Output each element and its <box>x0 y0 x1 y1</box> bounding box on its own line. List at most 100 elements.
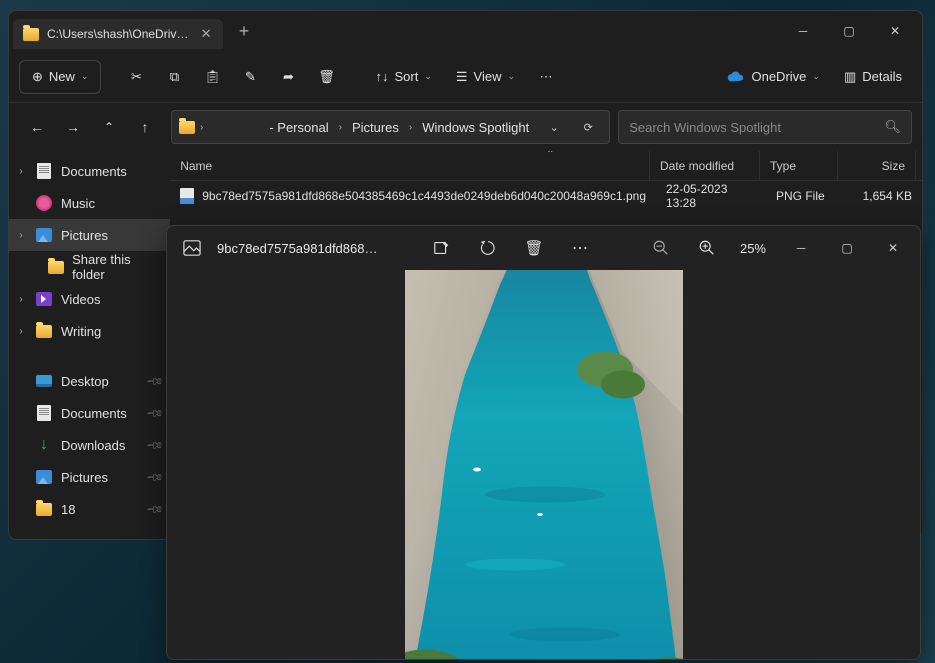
tree-item-documents2[interactable]: Documents 📌︎ <box>9 397 170 429</box>
clipboard-icon: 📋︎ <box>204 69 221 85</box>
tree-item-music[interactable]: Music <box>9 187 170 219</box>
chevron-right-icon: › <box>339 122 342 133</box>
breadcrumb-personal[interactable]: - Personal <box>263 116 334 139</box>
zoom-level: 25% <box>732 241 774 256</box>
chevron-right-icon[interactable]: › <box>15 294 27 305</box>
tree-item-desktop[interactable]: Desktop 📌︎ <box>9 365 170 397</box>
copy-button[interactable]: ⧉ <box>157 60 191 94</box>
view-icon: ☰ <box>456 69 468 85</box>
back-button[interactable]: ← <box>19 111 55 143</box>
column-date-header[interactable]: Date modified <box>650 151 760 180</box>
tree-item-downloads[interactable]: ↓ Downloads 📌︎ <box>9 429 170 461</box>
share-icon: ➦ <box>283 69 294 85</box>
file-row[interactable]: 9bc78ed7575a981dfd868e504385469c1c4493de… <box>170 181 922 211</box>
refresh-button[interactable]: ⟳ <box>573 112 603 142</box>
breadcrumb-pictures[interactable]: Pictures <box>346 116 405 139</box>
chevron-down-icon: ⌄ <box>812 71 820 82</box>
breadcrumb-spotlight[interactable]: Windows Spotlight <box>416 116 535 139</box>
breadcrumb-hidden[interactable] <box>207 123 259 131</box>
tree-label: Pictures <box>61 228 108 243</box>
tree-label: Share this folder <box>72 252 162 282</box>
group-collapse-icon[interactable]: ⌃ <box>546 151 554 160</box>
nav-tree: › Documents Music › Pictures Share this … <box>9 151 170 539</box>
details-button[interactable]: ▥ Details <box>834 60 912 94</box>
more-button[interactable]: ⋯ <box>529 60 563 94</box>
tree-label: Desktop <box>61 374 109 389</box>
tree-item-share[interactable]: Share this folder <box>9 251 170 283</box>
address-bar[interactable]: › - Personal › Pictures › Windows Spotli… <box>171 110 610 144</box>
up-button[interactable]: ⌃ <box>91 111 127 143</box>
maximize-button[interactable]: ▢ <box>824 227 870 269</box>
view-label: View <box>474 69 502 84</box>
search-box[interactable]: 🔍︎ <box>618 110 912 144</box>
column-size-header[interactable]: Size <box>838 151 916 180</box>
delete-button[interactable]: 🗑︎ <box>309 60 343 94</box>
document-icon <box>37 163 51 179</box>
folder-icon <box>23 25 39 43</box>
chevron-right-icon[interactable]: › <box>15 166 27 177</box>
tree-item-writing[interactable]: › Writing <box>9 315 170 347</box>
pictures-icon <box>36 470 52 484</box>
new-tab-button[interactable]: + <box>227 16 261 46</box>
rename-button[interactable]: ✎ <box>233 60 267 94</box>
tab-title: C:\Users\shash\OneDrive\Pictu <box>47 27 191 41</box>
zoom-out-button[interactable] <box>640 227 682 269</box>
trash-icon: 🗑︎ <box>524 239 543 257</box>
cut-button[interactable]: ✂ <box>119 60 153 94</box>
photos-title-bar: 9bc78ed7575a981dfd868e5... 🗑︎ ⋯ 25% ─ ▢ … <box>167 226 920 270</box>
more-photo-button[interactable]: ⋯ <box>559 227 601 269</box>
title-bar: C:\Users\shash\OneDrive\Pictu ✕ + ─ ▢ ✕ <box>9 11 922 51</box>
cloud-icon <box>727 71 745 83</box>
maximize-button[interactable]: ▢ <box>826 11 872 51</box>
refresh-nav-button[interactable]: ↑ <box>127 111 163 143</box>
file-date: 22-05-2023 13:28 <box>656 182 766 210</box>
tree-label: Writing <box>61 324 101 339</box>
share-button[interactable]: ➦ <box>271 60 305 94</box>
file-size: 1,654 KB <box>844 189 922 203</box>
column-name-header[interactable]: Name <box>170 151 650 180</box>
tree-item-documents[interactable]: › Documents <box>9 155 170 187</box>
minimize-button[interactable]: ─ <box>780 11 826 51</box>
videos-icon <box>36 292 52 306</box>
new-button[interactable]: ⊕ New ⌄ <box>19 60 101 94</box>
window-controls: ─ ▢ ✕ <box>780 11 918 51</box>
minimize-button[interactable]: ─ <box>778 227 824 269</box>
folder-icon <box>36 325 52 338</box>
sort-button[interactable]: ↑↓ Sort ⌄ <box>365 60 441 94</box>
photo-canvas[interactable] <box>167 270 920 659</box>
delete-photo-button[interactable]: 🗑︎ <box>513 227 555 269</box>
close-button[interactable]: ✕ <box>872 11 918 51</box>
rename-icon: ✎ <box>245 69 256 85</box>
photos-viewer-window: 9bc78ed7575a981dfd868e5... 🗑︎ ⋯ 25% ─ ▢ … <box>166 225 921 660</box>
edit-button[interactable] <box>421 227 463 269</box>
tree-label: Videos <box>61 292 101 307</box>
column-type-header[interactable]: Type <box>760 151 838 180</box>
tree-item-pictures[interactable]: › Pictures <box>9 219 170 251</box>
png-file-icon <box>180 188 194 204</box>
chevron-right-icon[interactable]: › <box>15 326 27 337</box>
edit-icon <box>433 239 451 257</box>
tab-close-icon[interactable]: ✕ <box>199 26 213 42</box>
tree-label: Pictures <box>61 470 108 485</box>
zoom-in-button[interactable] <box>686 227 728 269</box>
pin-icon: 📌︎ <box>146 435 165 454</box>
sort-icon: ↑↓ <box>375 69 388 84</box>
tab-active[interactable]: C:\Users\shash\OneDrive\Pictu ✕ <box>13 19 223 49</box>
tree-item-videos[interactable]: › Videos <box>9 283 170 315</box>
close-button[interactable]: ✕ <box>870 227 916 269</box>
view-button[interactable]: ☰ View ⌄ <box>446 60 525 94</box>
tree-item-18[interactable]: 18 📌︎ <box>9 493 170 525</box>
paste-button[interactable]: 📋︎ <box>195 60 229 94</box>
chevron-right-icon[interactable]: › <box>15 230 27 241</box>
chevron-down-icon: ⌄ <box>424 71 432 82</box>
onedrive-button[interactable]: OneDrive ⌄ <box>717 60 829 94</box>
pin-icon: 📌︎ <box>146 403 165 422</box>
tree-label: 18 <box>61 502 75 517</box>
search-input[interactable] <box>629 120 884 135</box>
address-dropdown-button[interactable]: ⌄ <box>539 112 569 142</box>
rotate-button[interactable] <box>467 227 509 269</box>
forward-button[interactable]: → <box>55 111 91 143</box>
navigation-bar: ← → ⌃ ↑ › - Personal › Pictures › Window… <box>9 103 922 151</box>
ellipsis-icon: ⋯ <box>540 69 553 85</box>
tree-item-pictures2[interactable]: Pictures 📌︎ <box>9 461 170 493</box>
